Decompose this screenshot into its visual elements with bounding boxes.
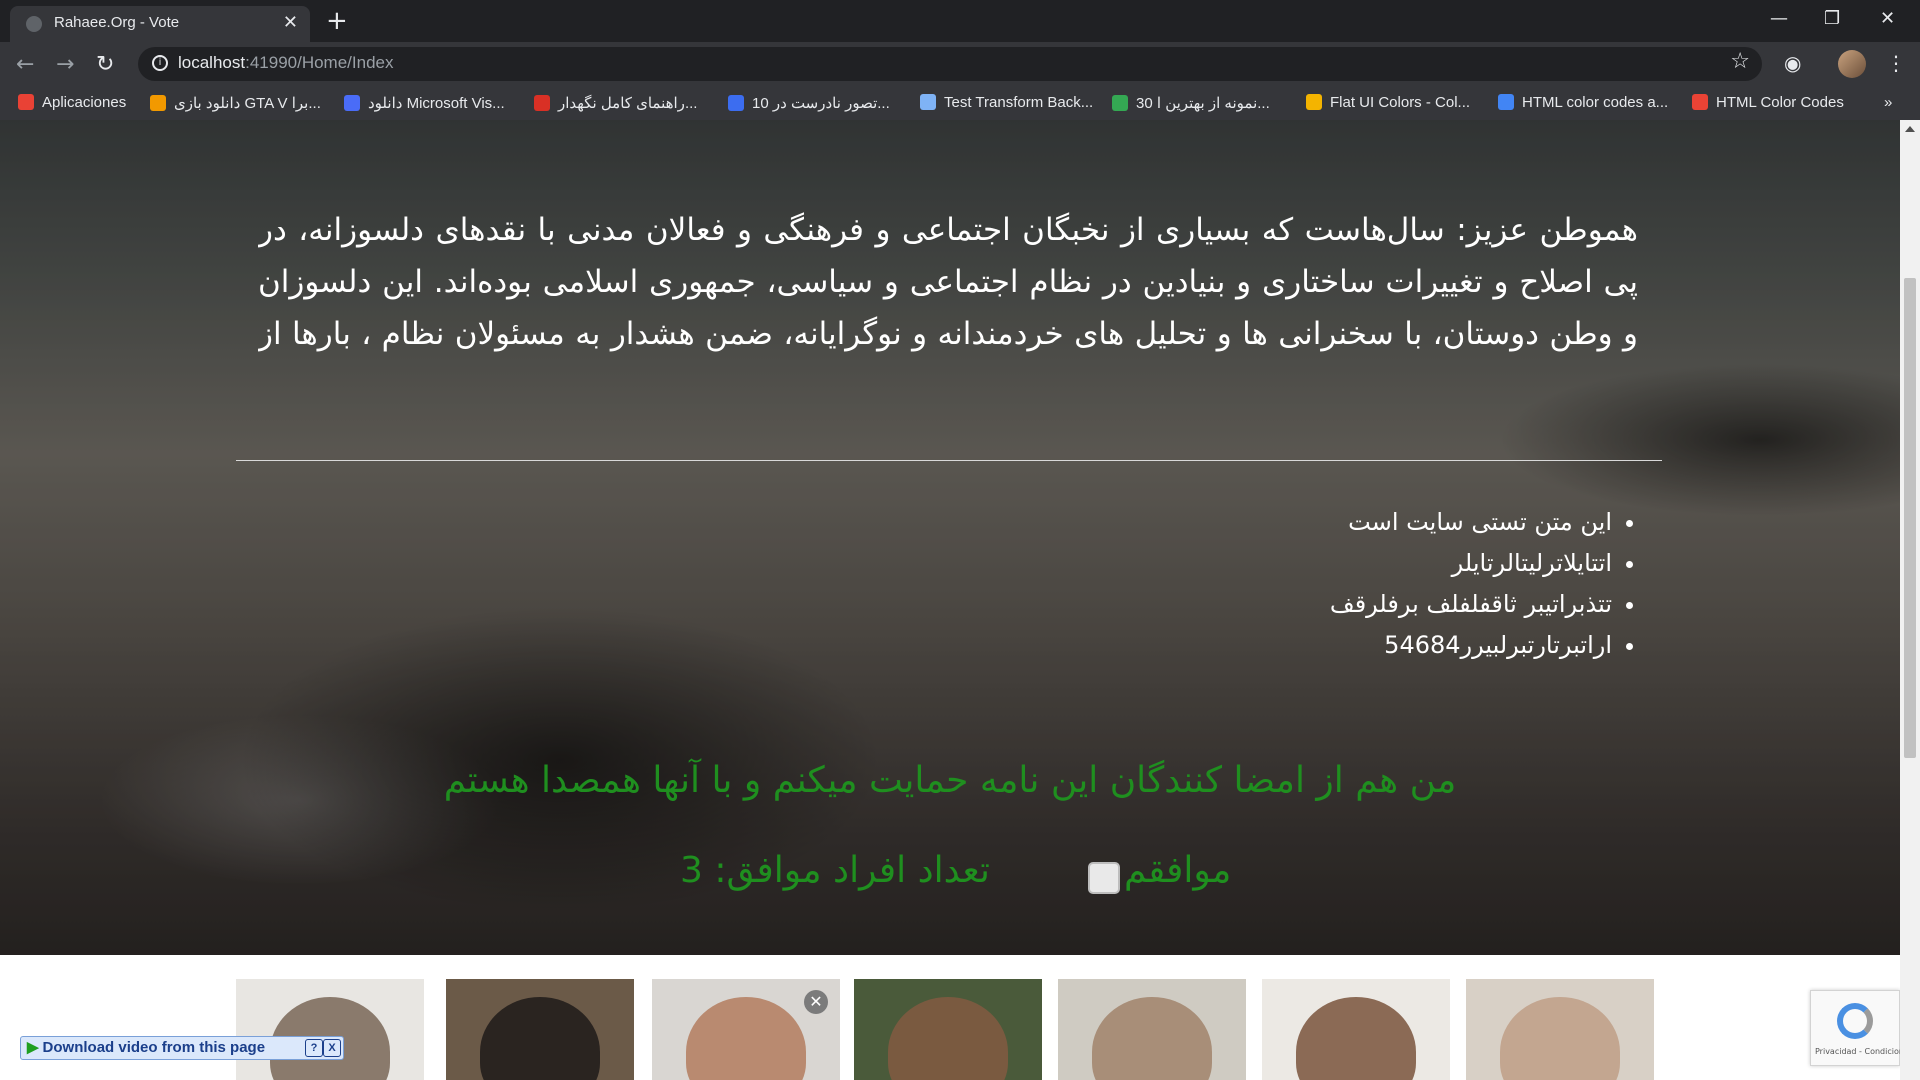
agree-label[interactable]: موافقم xyxy=(1124,850,1231,891)
bookmark-guide[interactable]: راهنمای کامل نگهدار... xyxy=(534,94,697,112)
signer-photo[interactable] xyxy=(236,979,424,1080)
bookmark-star-icon[interactable]: ☆ xyxy=(1730,49,1750,74)
play-icon: ▶ xyxy=(27,1039,39,1056)
c-logo-icon xyxy=(1692,94,1708,110)
close-window-button[interactable]: ✕ xyxy=(1880,8,1895,29)
download-video-bar[interactable]: ▶ Download video from this page ? X xyxy=(20,1036,344,1060)
divider xyxy=(236,460,1662,461)
close-icon[interactable]: X xyxy=(323,1039,341,1057)
bookmark-microsoft[interactable]: دانلود Microsoft Vis... xyxy=(344,94,505,112)
signer-photo[interactable] xyxy=(854,979,1042,1080)
url-text[interactable]: localhost:41990/Home/Index xyxy=(178,53,394,73)
bolt-icon xyxy=(728,95,744,111)
bookmarks-bar: Aplicaciones دانلود بازی GTA V برا... دا… xyxy=(0,86,1920,121)
menu-icon[interactable]: ⋮ xyxy=(1886,51,1906,75)
list-item: این متن تستی سایت است xyxy=(1000,502,1612,543)
bookmark-misconceptions[interactable]: 10 تصور نادرست در... xyxy=(728,94,890,112)
profile-avatar[interactable] xyxy=(1838,50,1866,78)
recaptcha-caption[interactable]: Privacidad - Condiciones xyxy=(1815,1047,1913,1056)
browser-tab[interactable]: Rahaee.Org - Vote ✕ xyxy=(10,6,310,42)
restore-button[interactable]: ❐ xyxy=(1824,8,1840,29)
bookmark-html-color-codes[interactable]: HTML Color Codes xyxy=(1692,94,1844,111)
hero-background: هموطن عزیز: سال‌هاست که بسیاری از نخبگان… xyxy=(0,120,1900,955)
bookmarks-overflow[interactable]: » xyxy=(1884,94,1892,111)
tab-title: Rahaee.Org - Vote xyxy=(54,14,180,31)
bookmark-flat-ui[interactable]: Flat UI Colors - Col... xyxy=(1306,94,1470,111)
intro-paragraph: هموطن عزیز: سال‌هاست که بسیاری از نخبگان… xyxy=(258,212,1638,352)
palette-icon xyxy=(1306,94,1322,110)
browser-titlebar: Rahaee.Org - Vote ✕ + — ❐ ✕ xyxy=(0,0,1920,42)
list-item: اتتایلاترلیتالرتایلر xyxy=(1000,543,1612,584)
bookmark-gta[interactable]: دانلود بازی GTA V برا... xyxy=(150,94,321,112)
reload-icon[interactable]: ↻ xyxy=(96,52,114,77)
signer-photo[interactable] xyxy=(1262,979,1450,1080)
tab-close-icon[interactable]: ✕ xyxy=(283,12,298,33)
signer-photo[interactable] xyxy=(446,979,634,1080)
rainbow-icon xyxy=(1112,95,1128,111)
recaptcha-icon xyxy=(1837,1003,1873,1039)
support-statement: من هم از امضا کنندگان این نامه حمایت میک… xyxy=(443,760,1457,801)
extension-icon[interactable]: ◉ xyxy=(1784,51,1801,75)
signer-photo[interactable] xyxy=(1466,979,1654,1080)
list-item: اراتبرتارتبرلبیرر54684 xyxy=(1000,625,1612,666)
page-scrollbar[interactable] xyxy=(1900,120,1920,1080)
browser-toolbar: ← → ↻ i localhost:41990/Home/Index ☆ ◉ ⋮ xyxy=(0,42,1920,86)
cross-icon xyxy=(920,94,936,110)
forward-icon[interactable]: → xyxy=(56,52,74,77)
bookmark-html-color-a[interactable]: HTML color codes a... xyxy=(1498,94,1668,111)
bookmark-apps[interactable]: Aplicaciones xyxy=(18,94,126,111)
bookmark-test-transform[interactable]: Test Transform Back... xyxy=(920,94,1093,111)
scroll-up-icon[interactable] xyxy=(1905,126,1915,132)
signers-gallery xyxy=(0,955,1900,1080)
scrollbar-thumb[interactable] xyxy=(1904,278,1916,758)
photo-close-icon[interactable]: ✕ xyxy=(804,990,828,1014)
minimize-button[interactable]: — xyxy=(1770,8,1788,29)
bookmark-30-samples[interactable]: 30 نمونه از بهترین ا... xyxy=(1112,94,1270,112)
globe-icon xyxy=(26,16,42,32)
agree-count: تعداد افراد موافق: 3 xyxy=(680,850,990,891)
list-item: تتذبراتیبر ثاقفلفلف برفلرقف xyxy=(1000,584,1612,625)
help-icon[interactable]: ? xyxy=(305,1039,323,1057)
info-list: این متن تستی سایت است اتتایلاترلیتالرتای… xyxy=(1000,502,1634,666)
apps-grid-icon xyxy=(18,94,34,110)
new-tab-button[interactable]: + xyxy=(326,6,348,36)
address-bar[interactable]: i localhost:41990/Home/Index ☆ xyxy=(138,47,1762,81)
c-logo-icon xyxy=(1498,94,1514,110)
x-logo-icon xyxy=(534,95,550,111)
back-icon[interactable]: ← xyxy=(16,52,34,77)
download-label[interactable]: Download video from this page xyxy=(43,1039,266,1056)
shield-icon xyxy=(344,95,360,111)
recaptcha-badge[interactable]: Privacidad - Condiciones xyxy=(1810,990,1913,1066)
page-viewport: هموطن عزیز: سال‌هاست که بسیاری از نخبگان… xyxy=(0,120,1900,1080)
diamond-icon xyxy=(150,95,166,111)
agree-checkbox[interactable] xyxy=(1088,862,1120,894)
signer-photo[interactable] xyxy=(1058,979,1246,1080)
info-icon[interactable]: i xyxy=(152,55,168,71)
